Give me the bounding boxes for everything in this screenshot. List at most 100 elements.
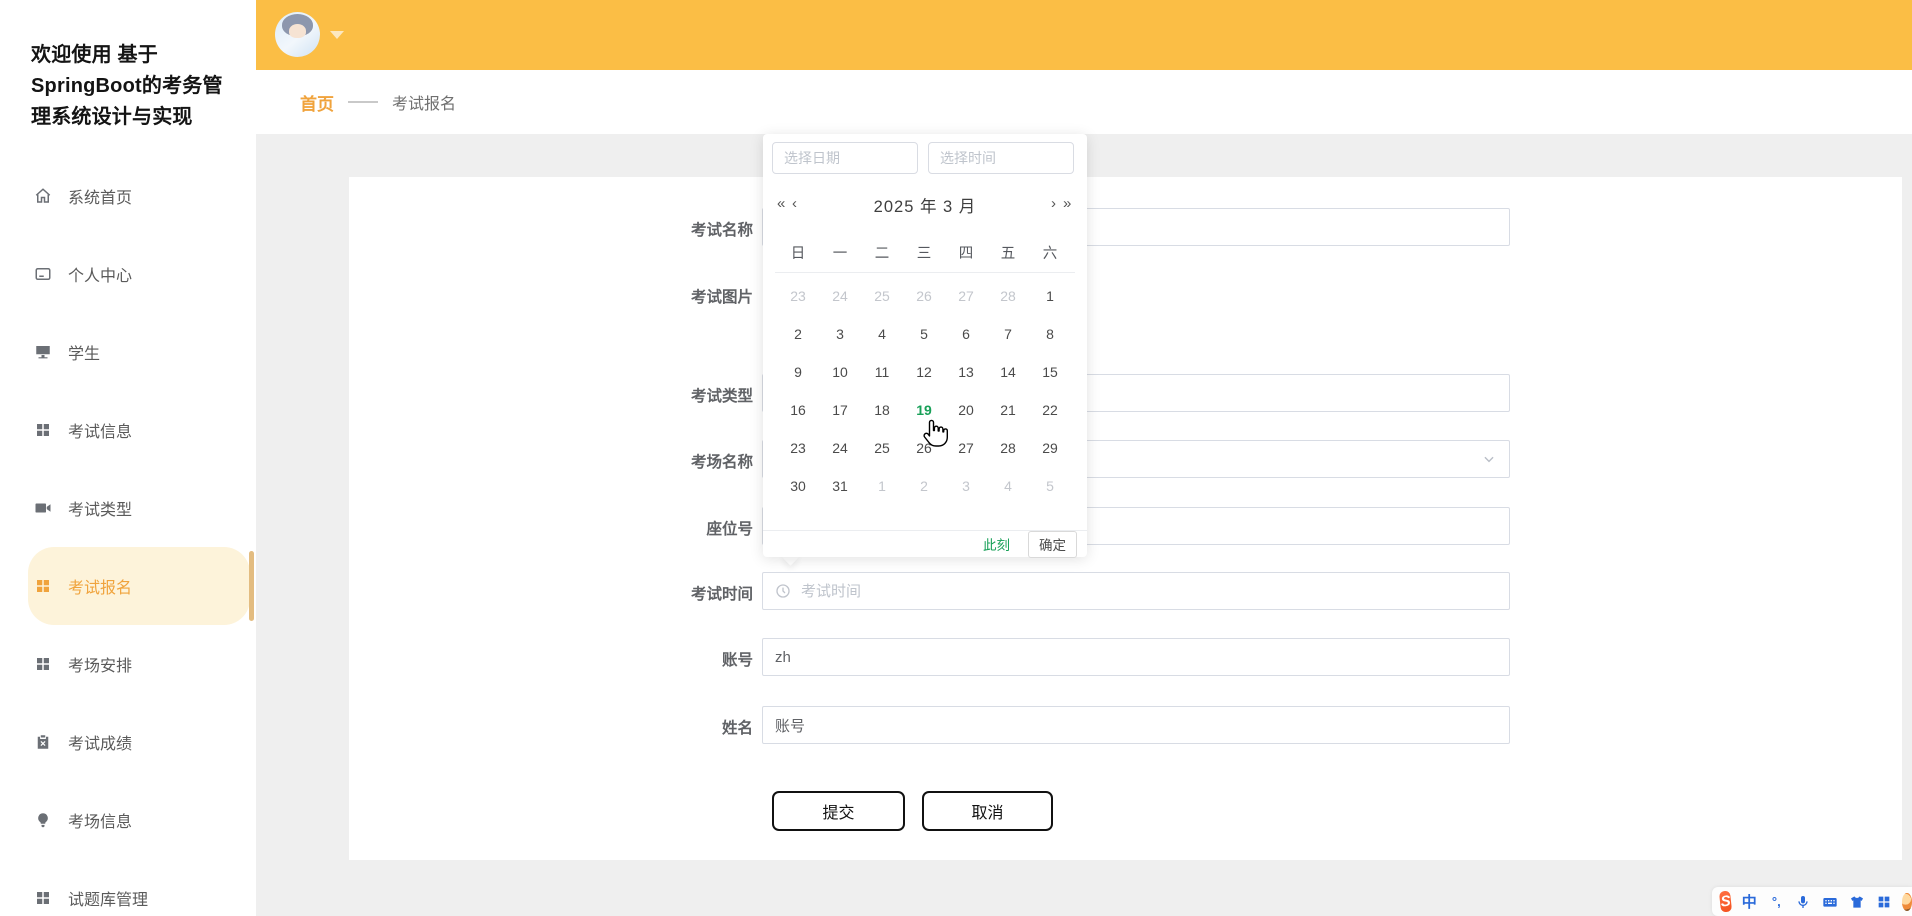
sidebar-item-3[interactable]: 学生 [28, 313, 250, 391]
calendar-day[interactable]: 17 [819, 391, 861, 429]
calendar-day[interactable]: 21 [987, 391, 1029, 429]
submit-button[interactable]: 提交 [772, 791, 905, 831]
skin-icon[interactable] [1848, 893, 1866, 911]
avatar[interactable] [275, 12, 320, 57]
calendar-title: 2025 年 3 月 [873, 198, 977, 216]
chinese-mode-toggle-icon[interactable]: 中 [1740, 893, 1758, 911]
clipboard-icon [34, 733, 52, 751]
datepicker-popup: « ‹ 2025 年 3 月 › » 日一二三四五六 2324252627281… [763, 134, 1087, 558]
sogou-logo-icon[interactable]: S [1718, 890, 1733, 913]
calendar-day[interactable]: 2 [777, 315, 819, 353]
toolbox-icon[interactable] [1875, 893, 1893, 911]
calendar-day[interactable]: 29 [1029, 429, 1071, 467]
label-name: 姓名 [721, 720, 753, 737]
calendar-day[interactable]: 26 [903, 277, 945, 315]
calendar-day[interactable]: 10 [819, 353, 861, 391]
cancel-button[interactable]: 取消 [922, 791, 1053, 831]
label-exam-name: 考试名称 [690, 222, 753, 239]
calendar-day[interactable]: 25 [861, 277, 903, 315]
punctuation-toggle-icon[interactable]: °, [1767, 893, 1785, 911]
label-exam-time: 考试时间 [690, 586, 753, 603]
microphone-icon[interactable] [1794, 893, 1812, 911]
ime-toolbar: S 中 °, [1712, 887, 1912, 916]
calendar-day[interactable]: 4 [861, 315, 903, 353]
calendar-day[interactable]: 24 [819, 277, 861, 315]
calendar-day[interactable]: 28 [987, 277, 1029, 315]
calendar-day[interactable]: 11 [861, 353, 903, 391]
breadcrumb-current: 考试报名 [392, 96, 457, 113]
calendar-day[interactable]: 3 [945, 467, 987, 505]
calendar-day[interactable]: 23 [777, 277, 819, 315]
calendar-day[interactable]: 1 [1029, 277, 1071, 315]
weekday-row: 日一二三四五六 [777, 242, 1071, 263]
next-month-button[interactable]: › [1051, 194, 1056, 214]
sidebar-menu: 系统首页个人中心 学生 考试信息考试类型考试报名 考场安排 考试成绩 考场信息试题库管理 [0, 157, 256, 916]
monitor-icon [34, 343, 52, 361]
calendar-day[interactable]: 8 [1029, 315, 1071, 353]
weekday-label: 四 [958, 246, 974, 262]
calendar-day[interactable]: 20 [945, 391, 987, 429]
calendar-day[interactable]: 24 [819, 429, 861, 467]
calendar-day[interactable]: 25 [861, 429, 903, 467]
sidebar-item-8[interactable]: 考试成绩 [28, 703, 250, 781]
account-input[interactable] [762, 638, 1510, 676]
calendar-day[interactable]: 31 [819, 467, 861, 505]
label-exam-image: 考试图片 [690, 289, 753, 306]
sidebar-item-10[interactable]: 试题库管理 [28, 859, 250, 916]
sidebar-item-label: 系统首页 [68, 190, 133, 207]
calendar-day[interactable]: 12 [903, 353, 945, 391]
sidebar-item-label: 试题库管理 [68, 892, 149, 909]
calendar-day[interactable]: 27 [945, 429, 987, 467]
time-input[interactable] [928, 142, 1074, 174]
grid-icon [34, 421, 52, 439]
calendar-day[interactable]: 7 [987, 315, 1029, 353]
calendar-footer: 此刻 确定 [763, 530, 1077, 558]
sidebar-item-6[interactable]: 考试报名 [28, 547, 254, 625]
chevron-down-icon[interactable] [1482, 452, 1496, 466]
exam-time-input[interactable] [762, 572, 1510, 610]
calendar-day[interactable]: 4 [987, 467, 1029, 505]
emoji-icon[interactable] [1902, 892, 1912, 911]
calendar-day[interactable]: 5 [1029, 467, 1071, 505]
calendar-day[interactable]: 2 [903, 467, 945, 505]
calendar-header: « ‹ 2025 年 3 月 › » [763, 190, 1087, 220]
clock-icon [776, 584, 790, 598]
breadcrumb-home-link[interactable]: 首页 [300, 90, 334, 115]
calendar-day[interactable]: 26 [903, 429, 945, 467]
calendar-day[interactable]: 19 [903, 391, 945, 429]
sidebar-item-2[interactable]: 个人中心 [28, 235, 250, 313]
sidebar-item-4[interactable]: 考试信息 [28, 391, 250, 469]
calendar-day[interactable]: 5 [903, 315, 945, 353]
calendar-day[interactable]: 27 [945, 277, 987, 315]
calendar-day[interactable]: 3 [819, 315, 861, 353]
calendar-day[interactable]: 16 [777, 391, 819, 429]
calendar-day[interactable]: 13 [945, 353, 987, 391]
sidebar-item-7[interactable]: 考场安排 [28, 625, 250, 703]
calendar-day[interactable]: 15 [1029, 353, 1071, 391]
app-title: 欢迎使用 基于SpringBoot的考务管理系统设计与实现 [31, 44, 223, 128]
calendar-day[interactable]: 23 [777, 429, 819, 467]
sidebar: 欢迎使用 基于SpringBoot的考务管理系统设计与实现 系统首页个人中心 学生… [0, 0, 256, 916]
date-input[interactable] [772, 142, 918, 174]
now-link[interactable]: 此刻 [983, 534, 1010, 554]
calendar-day[interactable]: 28 [987, 429, 1029, 467]
calendar-day[interactable]: 18 [861, 391, 903, 429]
keyboard-icon[interactable] [1821, 893, 1839, 911]
chevron-down-icon[interactable] [330, 31, 344, 39]
name-input[interactable] [762, 706, 1510, 744]
calendar-day[interactable]: 9 [777, 353, 819, 391]
calendar-day[interactable]: 14 [987, 353, 1029, 391]
label-account: 账号 [721, 652, 753, 669]
sidebar-item-9[interactable]: 考场信息 [28, 781, 250, 859]
calendar-day[interactable]: 1 [861, 467, 903, 505]
calendar-day[interactable]: 30 [777, 467, 819, 505]
sidebar-item-label: 考试类型 [68, 502, 133, 519]
label-room-name: 考场名称 [690, 454, 753, 471]
calendar-day[interactable]: 6 [945, 315, 987, 353]
sidebar-item-5[interactable]: 考试类型 [28, 469, 250, 547]
confirm-button[interactable]: 确定 [1028, 530, 1077, 558]
grid-icon [34, 889, 52, 907]
calendar-day[interactable]: 22 [1029, 391, 1071, 429]
sidebar-item-1[interactable]: 系统首页 [28, 157, 250, 235]
next-year-button[interactable]: » [1063, 194, 1071, 214]
